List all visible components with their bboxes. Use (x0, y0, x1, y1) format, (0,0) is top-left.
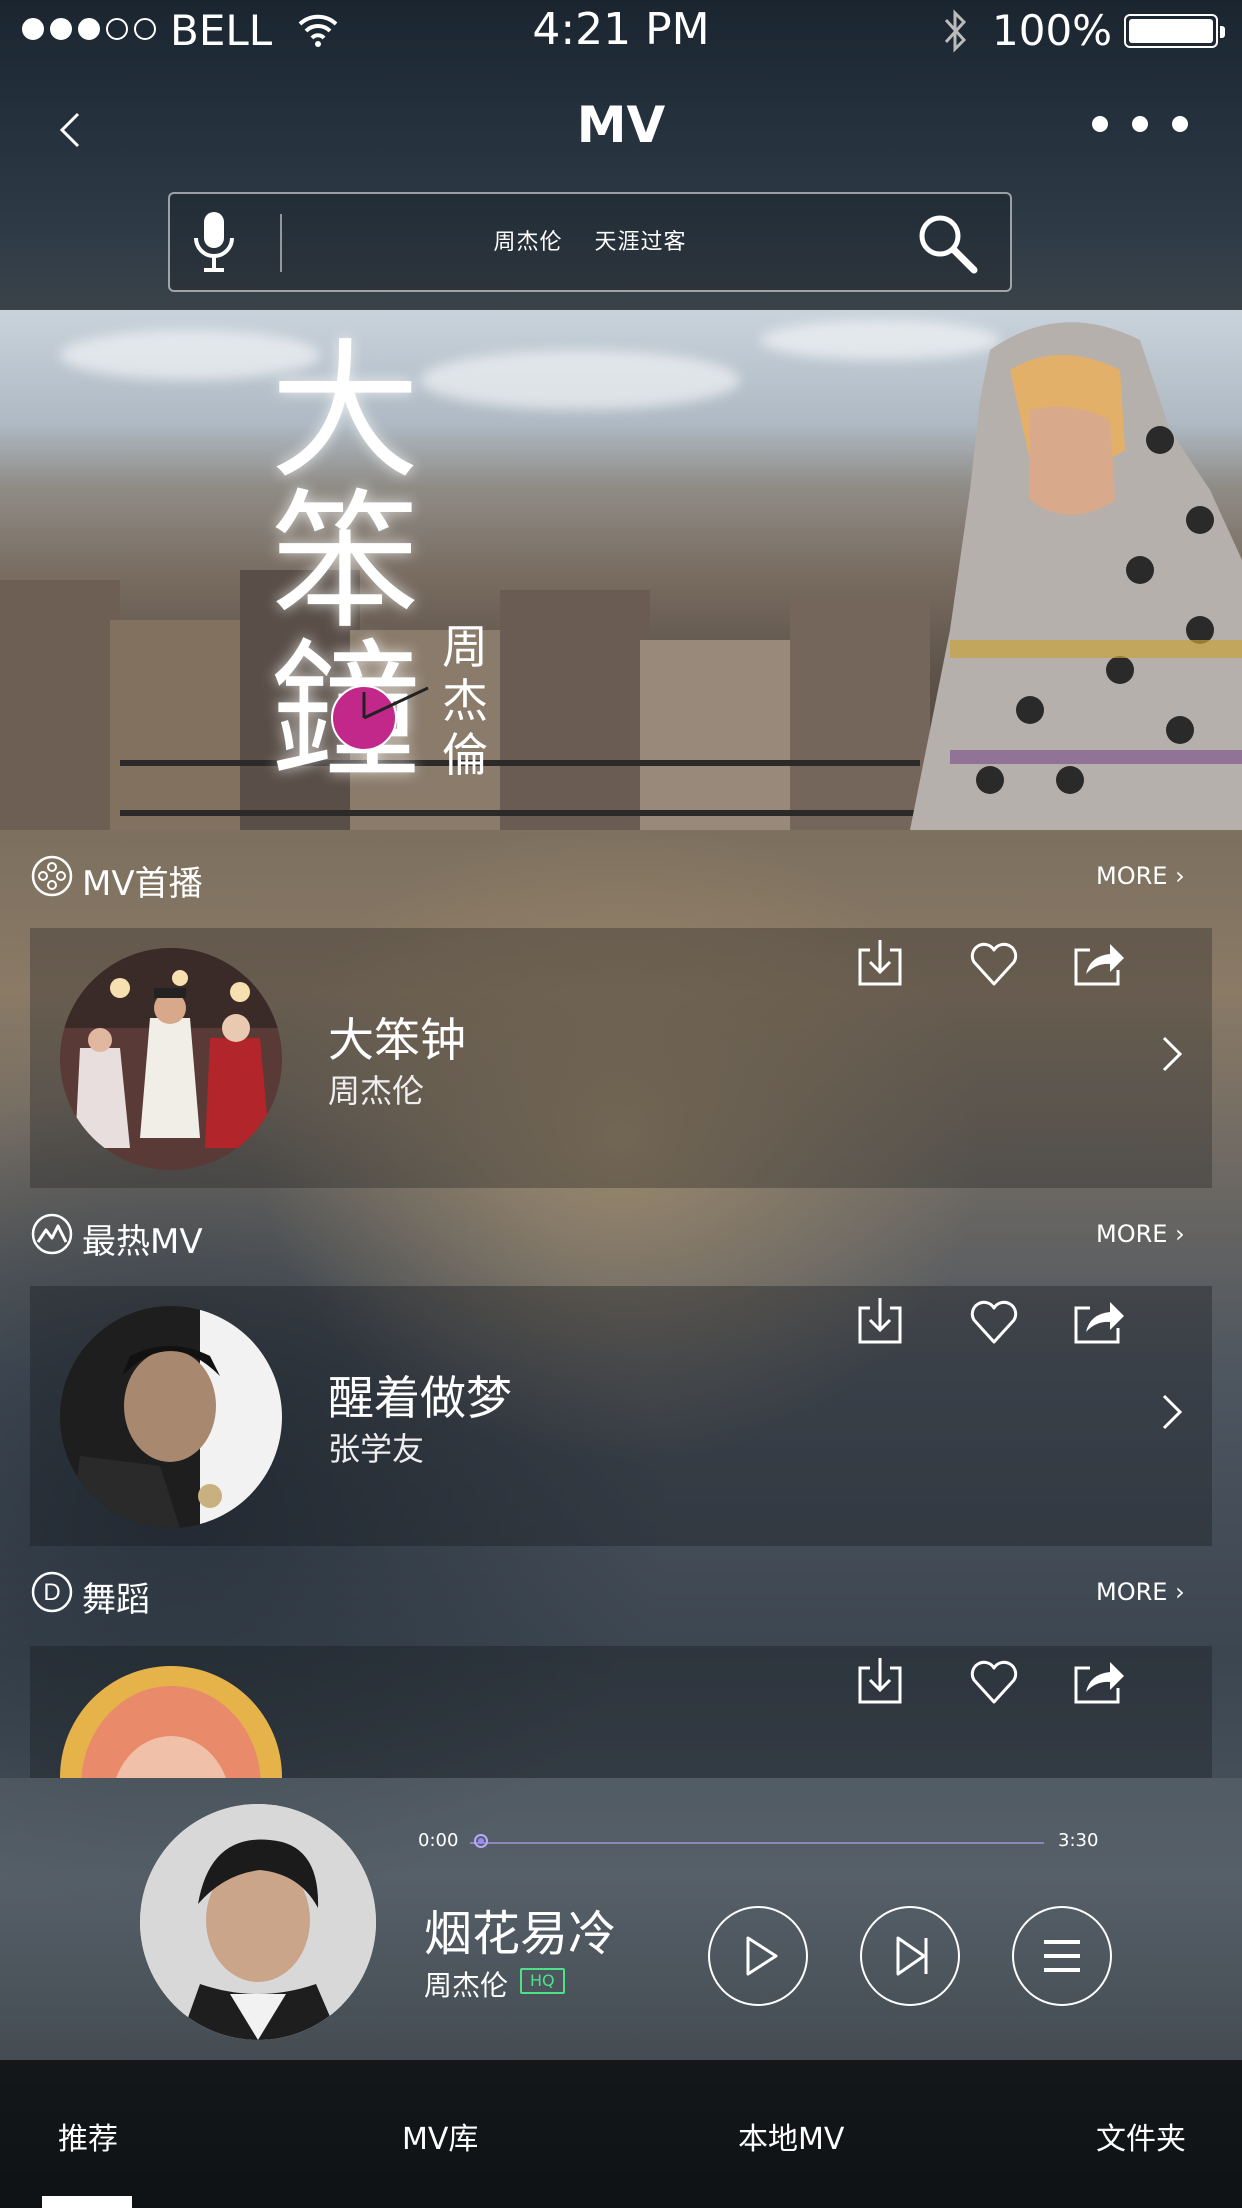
mv-thumbnail (60, 1666, 282, 1778)
search-icon[interactable] (914, 210, 980, 276)
now-playing-artist: 周杰伦 (424, 1969, 509, 2002)
battery-percent: 100% (992, 6, 1113, 55)
progress-thumb[interactable] (474, 1834, 488, 1848)
download-icon[interactable] (852, 1654, 908, 1710)
dance-d-icon: D (31, 1571, 73, 1613)
bottom-tab-bar: 推荐 MV库 本地MV 文件夹 (0, 2060, 1242, 2208)
selected-tab-indicator (42, 2196, 132, 2208)
microphone-icon[interactable] (184, 208, 244, 278)
section-header-dance: D 舞蹈 MORE › (30, 1570, 1212, 1620)
heart-icon[interactable] (966, 936, 1022, 992)
more-options-icon[interactable] (1092, 116, 1188, 132)
tab-folder[interactable]: 文件夹 (1096, 2114, 1186, 2158)
tab-local-mv[interactable]: 本地MV (738, 2114, 844, 2158)
share-icon[interactable] (1070, 1294, 1126, 1350)
svg-text:D: D (43, 1579, 60, 1606)
clock-graphic (331, 685, 429, 751)
more-link[interactable]: MORE › (1096, 862, 1185, 890)
now-playing-title: 烟花易冷 (424, 1906, 617, 1962)
hq-badge: HQ (520, 1968, 565, 1994)
hot-mountain-icon (31, 1213, 73, 1255)
playlist-icon (1044, 1940, 1080, 1972)
mv-artist: 张学友 (328, 1430, 425, 1468)
more-link[interactable]: MORE › (1096, 1220, 1185, 1248)
mv-title: 醒着做梦 (328, 1371, 512, 1425)
playlist-button[interactable] (1012, 1906, 1112, 2006)
share-icon[interactable] (1070, 936, 1126, 992)
share-icon[interactable] (1070, 1654, 1126, 1710)
search-keyword[interactable]: 天涯过客 (595, 230, 687, 255)
download-icon[interactable] (852, 1294, 908, 1350)
mv-card[interactable]: 醒着做梦 张学友 (30, 1286, 1212, 1546)
mv-screen: BELL 4:21 PM 100% MV 周杰伦 天涯过客 大 笨 周 杰 倫 … (0, 0, 1242, 2208)
search-bar[interactable]: 周杰伦 天涯过客 (168, 192, 1012, 292)
mv-thumbnail (60, 1306, 282, 1528)
bluetooth-icon (944, 9, 967, 53)
search-hot-keywords[interactable]: 周杰伦 天涯过客 (282, 224, 898, 256)
mv-artist: 周杰伦 (328, 1072, 425, 1110)
heart-icon[interactable] (966, 1294, 1022, 1350)
more-link[interactable]: MORE › (1096, 1578, 1185, 1606)
status-bar: BELL 4:21 PM 100% (0, 0, 1242, 62)
heart-icon[interactable] (966, 1654, 1022, 1710)
mv-title: 大笨钟 (328, 1013, 466, 1067)
artist-photo (910, 322, 1242, 830)
chevron-right-icon[interactable] (1160, 1034, 1184, 1074)
now-playing-artwork (140, 1804, 376, 2040)
now-playing-bar[interactable]: 0:00 3:30 烟花易冷 周杰伦 HQ (0, 1778, 1242, 2060)
play-button[interactable] (708, 1906, 808, 2006)
film-reel-icon (31, 855, 73, 897)
page-title: MV (576, 96, 666, 154)
banner-artist-name: 周 杰 倫 (442, 620, 488, 782)
tab-recommend[interactable]: 推荐 (58, 2114, 118, 2158)
tab-mv-library[interactable]: MV库 (402, 2114, 478, 2158)
current-time: 0:00 (418, 1830, 459, 1851)
download-icon[interactable] (852, 936, 908, 992)
featured-mv-banner[interactable]: 大 笨 鐘 周 杰 倫 (0, 310, 1242, 830)
play-icon (746, 1936, 778, 1976)
search-keyword[interactable]: 周杰伦 (493, 230, 562, 255)
next-track-button[interactable] (860, 1906, 960, 2006)
total-time: 3:30 (1058, 1830, 1099, 1851)
section-title: 最热MV (82, 1222, 203, 1262)
section-title: MV首播 (82, 864, 203, 904)
mv-thumbnail (60, 948, 282, 1170)
mv-card[interactable] (30, 1646, 1212, 1778)
battery-icon (1124, 14, 1225, 48)
section-header-hot: 最热MV MORE › (30, 1212, 1212, 1262)
section-header-premiere: MV首播 MORE › (30, 854, 1212, 904)
mv-card[interactable]: 大笨钟 周杰伦 (30, 928, 1212, 1188)
progress-track[interactable] (470, 1842, 1044, 1844)
skip-next-icon (896, 1936, 928, 1976)
section-title: 舞蹈 (82, 1580, 150, 1620)
chevron-right-icon[interactable] (1160, 1392, 1184, 1432)
